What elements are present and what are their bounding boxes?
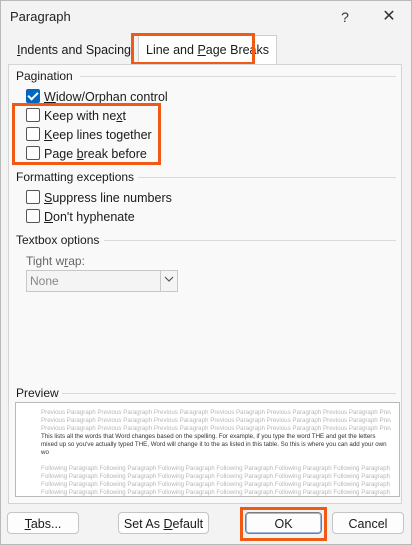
checkbox-icon bbox=[26, 190, 40, 204]
preview-following-paragraph: Following Paragraph Following Paragraph … bbox=[41, 481, 391, 488]
pagination-group-label: Pagination bbox=[16, 69, 73, 83]
group-divider bbox=[138, 177, 396, 178]
button-accel: D bbox=[163, 517, 173, 531]
label-text: ap: bbox=[68, 254, 85, 268]
group-divider bbox=[104, 240, 396, 241]
checkbox-label-accel: W bbox=[44, 90, 56, 104]
checkbox-label-accel: D bbox=[44, 210, 54, 224]
preview-body-text: This lists all the words that Word chang… bbox=[41, 433, 387, 456]
preview-previous-paragraph: Previous Paragraph Previous Paragraph Pr… bbox=[41, 409, 391, 416]
tab-indents-and-spacing[interactable]: Indents and Spacing bbox=[17, 37, 131, 63]
preview-previous-paragraph: Previous Paragraph Previous Paragraph Pr… bbox=[41, 417, 391, 424]
help-button[interactable]: ? bbox=[334, 6, 356, 28]
tabs-button[interactable]: Tabs... bbox=[7, 512, 79, 534]
checkbox-label: on't hyphenate bbox=[53, 210, 135, 224]
tab-label: ndents and Spacing bbox=[20, 43, 131, 57]
preview-group-label: Preview bbox=[16, 386, 59, 400]
formatting-exceptions-group-label: Formatting exceptions bbox=[16, 170, 135, 184]
dialog-title: Paragraph bbox=[10, 9, 71, 24]
tight-wrap-label: Tight wrap: bbox=[26, 254, 85, 268]
preview-following-paragraph: Following Paragraph Following Paragraph … bbox=[41, 489, 391, 496]
textbox-options-group-label: Textbox options bbox=[16, 233, 100, 247]
group-divider bbox=[62, 393, 396, 394]
button-label: Set As bbox=[123, 517, 164, 531]
cancel-button[interactable]: Cancel bbox=[332, 512, 404, 534]
group-divider bbox=[80, 76, 396, 77]
button-label: efault bbox=[172, 517, 204, 531]
checkbox-icon bbox=[26, 89, 40, 103]
preview-previous-paragraph: Previous Paragraph Previous Paragraph Pr… bbox=[41, 425, 391, 432]
dont-hyphenate-checkbox[interactable]: Don't hyphenate bbox=[26, 208, 135, 226]
label-text: Tight w bbox=[26, 254, 65, 268]
checkbox-icon bbox=[26, 209, 40, 223]
tab-highlight-annotation bbox=[131, 33, 255, 65]
title-bar: Paragraph ? ✕ bbox=[1, 1, 411, 33]
checkbox-label: uppress line numbers bbox=[52, 191, 172, 205]
chevron-down-icon[interactable] bbox=[160, 271, 177, 291]
suppress-line-numbers-checkbox[interactable]: Suppress line numbers bbox=[26, 189, 172, 207]
set-as-default-button[interactable]: Set As Default bbox=[118, 512, 209, 534]
close-button[interactable]: ✕ bbox=[378, 6, 400, 28]
checkbox-label: idow/Orphan control bbox=[55, 90, 168, 104]
tight-wrap-select[interactable]: None bbox=[26, 270, 178, 292]
ok-highlight-annotation bbox=[240, 507, 327, 541]
preview-following-paragraph: Following Paragraph Following Paragraph … bbox=[41, 473, 391, 480]
options-highlight-annotation bbox=[12, 103, 161, 165]
tight-wrap-value: None bbox=[30, 274, 59, 288]
preview-box: Previous Paragraph Previous Paragraph Pr… bbox=[15, 402, 400, 497]
button-label: abs... bbox=[30, 517, 62, 531]
preview-following-paragraph: Following Paragraph Following Paragraph … bbox=[41, 465, 391, 472]
